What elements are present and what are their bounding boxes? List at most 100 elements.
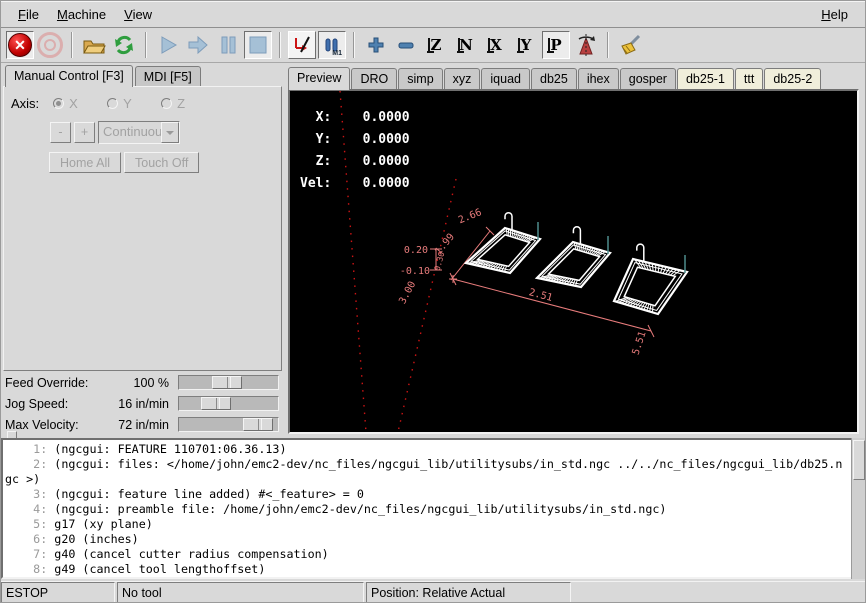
stop-icon xyxy=(248,35,268,55)
tab-preview[interactable]: Preview xyxy=(288,67,350,90)
max-velocity-label: Max Velocity: xyxy=(1,418,101,432)
toolbar-separator xyxy=(279,32,281,58)
tool-cell: No tool xyxy=(117,582,364,603)
pause-icon xyxy=(218,34,238,56)
view-perspective-button[interactable]: P xyxy=(542,31,570,59)
svg-text:5.51: 5.51 xyxy=(631,330,649,356)
tab-ihex[interactable]: ihex xyxy=(578,68,619,89)
machine-power-icon xyxy=(37,32,63,58)
step-button[interactable] xyxy=(184,31,212,59)
tab-db25-1[interactable]: db25-1 xyxy=(677,68,734,89)
reload-icon xyxy=(112,33,136,57)
jog-mode-combobox[interactable]: Continuous xyxy=(98,121,180,144)
toolbar-separator xyxy=(145,32,147,58)
slider-row-max-velocity: Max Velocity:72 in/min xyxy=(1,414,285,435)
skip-lines-button[interactable] xyxy=(288,31,316,59)
open-file-icon xyxy=(82,34,106,56)
gcode-line[interactable]: 3: (ngcgui: feature line added) #<_featu… xyxy=(5,487,848,502)
jog-speed-label: Jog Speed: xyxy=(1,397,101,411)
tab-db25[interactable]: db25 xyxy=(531,68,577,89)
max-velocity-value: 72 in/min xyxy=(101,418,178,432)
axis-radio-y[interactable]: Y xyxy=(107,96,153,111)
view-x-button[interactable]: X xyxy=(482,31,510,59)
rotate-view-button[interactable] xyxy=(572,31,600,59)
tab-ttt[interactable]: ttt xyxy=(735,68,763,89)
tab-db25-2[interactable]: db25-2 xyxy=(764,68,821,89)
axis-radio-z[interactable]: Z xyxy=(161,96,207,111)
axis-label: Axis: xyxy=(11,96,39,111)
run-button[interactable] xyxy=(154,31,182,59)
reload-button[interactable] xyxy=(110,31,138,59)
statusbar: ESTOP No tool Position: Relative Actual xyxy=(1,581,865,603)
skip-lines-icon xyxy=(291,34,313,56)
gcode-line[interactable]: 8: g49 (cancel tool lengthoffset) xyxy=(5,562,848,577)
menu-machine[interactable]: Machine xyxy=(48,4,115,25)
tab-iquad[interactable]: iquad xyxy=(481,68,530,89)
gcode-scrollbar[interactable] xyxy=(851,438,865,579)
gcode-listing[interactable]: 1: (ngcgui: FEATURE 110701:06.36.13) 2: … xyxy=(1,438,865,579)
optional-stop-m1-button[interactable]: M1 xyxy=(318,31,346,59)
chevron-down-icon[interactable] xyxy=(161,122,179,143)
jog-minus-button[interactable]: - xyxy=(50,122,71,143)
tab-xyz[interactable]: xyz xyxy=(444,68,481,89)
menubar: FileMachineView Help xyxy=(1,1,865,28)
override-sliders: Feed Override:100 %Jog Speed:16 in/minMa… xyxy=(1,372,285,435)
estop-icon: ✕ xyxy=(8,33,32,57)
clear-plot-button[interactable] xyxy=(616,31,644,59)
menu-view[interactable]: View xyxy=(115,4,161,25)
m1-label: M1 xyxy=(332,50,342,57)
machine-power-button[interactable] xyxy=(36,31,64,59)
estop-button[interactable]: ✕ xyxy=(6,31,34,59)
max-velocity-slider-handle[interactable] xyxy=(243,418,273,431)
jog-speed-slider[interactable] xyxy=(178,396,279,411)
svg-text:-0.10: -0.10 xyxy=(400,266,430,277)
feed-override-slider-handle[interactable] xyxy=(212,376,242,389)
zoom-out-button[interactable] xyxy=(392,31,420,59)
tab-simp[interactable]: simp xyxy=(398,68,442,89)
jog-speed-value: 16 in/min xyxy=(101,397,178,411)
gcode-line[interactable]: 6: g20 (inches) xyxy=(5,532,848,547)
tab-gosper[interactable]: gosper xyxy=(620,68,676,89)
rotate-view-icon xyxy=(574,33,598,57)
view-z-rotated-button[interactable]: N xyxy=(452,31,480,59)
gcode-scrollbar-thumb[interactable] xyxy=(853,440,865,480)
pause-button[interactable] xyxy=(214,31,242,59)
toolbar-separator xyxy=(353,32,355,58)
toolbar-separator xyxy=(607,32,609,58)
radio-icon xyxy=(161,98,172,109)
max-velocity-slider[interactable] xyxy=(178,417,279,432)
gcode-line[interactable]: 4: (ngcgui: preamble file: /home/john/em… xyxy=(5,502,848,517)
run-icon xyxy=(157,34,179,56)
preview-canvas[interactable]: 2.513.005.511.992.660.20-0.100.30 X: 0.0… xyxy=(288,89,859,434)
open-file-button[interactable] xyxy=(80,31,108,59)
jog-plus-button[interactable]: + xyxy=(74,122,95,143)
toolbar-separator xyxy=(71,32,73,58)
svg-text:0.30: 0.30 xyxy=(433,251,447,272)
svg-text:3.00: 3.00 xyxy=(397,280,418,306)
left-notebook-tabs: Manual Control [F3] MDI [F5] xyxy=(1,63,285,86)
view-z-button[interactable]: Z xyxy=(422,31,450,59)
stop-button[interactable] xyxy=(244,31,272,59)
touch-off-button[interactable]: Touch Off xyxy=(124,152,199,173)
tab-manual-control[interactable]: Manual Control [F3] xyxy=(5,65,133,87)
svg-text:0.20: 0.20 xyxy=(404,245,428,256)
svg-text:2.66: 2.66 xyxy=(457,207,483,226)
zoom-in-button[interactable] xyxy=(362,31,390,59)
manual-control-panel: Manual Control [F3] MDI [F5] Axis: XYZ -… xyxy=(1,63,285,435)
step-icon xyxy=(186,34,210,56)
axis-radio-x[interactable]: X xyxy=(53,96,99,111)
preview-panel: PreviewDROsimpxyziquaddb25ihexgosperdb25… xyxy=(286,63,865,435)
gcode-line[interactable]: 7: g40 (cancel cutter radius compensatio… xyxy=(5,547,848,562)
radio-icon xyxy=(107,98,118,109)
menu-file[interactable]: File xyxy=(9,4,48,25)
gcode-line[interactable]: 1: (ngcgui: FEATURE 110701:06.36.13) xyxy=(5,442,848,457)
home-all-button[interactable]: Home All xyxy=(49,152,121,173)
gcode-line[interactable]: 2: (ngcgui: files: </home/john/emc2-dev/… xyxy=(5,457,848,487)
view-y-button[interactable]: Y xyxy=(512,31,540,59)
tab-dro[interactable]: DRO xyxy=(351,68,397,89)
tab-mdi[interactable]: MDI [F5] xyxy=(135,66,201,86)
feed-override-slider[interactable] xyxy=(178,375,279,390)
gcode-line[interactable]: 5: g17 (xy plane) xyxy=(5,517,848,532)
menu-help[interactable]: Help xyxy=(812,4,857,25)
jog-speed-slider-handle[interactable] xyxy=(201,397,231,410)
